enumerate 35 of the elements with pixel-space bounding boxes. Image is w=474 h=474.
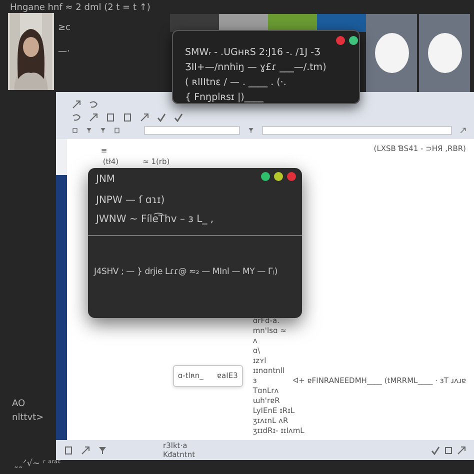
arrow-icon[interactable] [81, 446, 90, 454]
popup-text: { Fnŋplʀsɪ |)____ [185, 91, 264, 105]
terminal-text: J4SHV ; — } drjie Lɾɾ@ ≈₂ — MInl — MY — Γ₍) [92, 266, 278, 279]
check-icon[interactable] [431, 446, 440, 454]
side-label: AO [12, 398, 26, 411]
terminal-text: JNPW — ſ ɑɿɪ) [96, 194, 166, 208]
funnel-icon[interactable] [248, 126, 254, 135]
square-icon[interactable] [444, 446, 453, 454]
side-label: ≥c [58, 22, 70, 35]
side-label: —· [58, 46, 70, 59]
window-title: JNM [96, 173, 116, 187]
arrow-icon[interactable] [89, 113, 98, 122]
window-control[interactable] [274, 172, 283, 181]
popup-text: ƷII+—/nnhiŋ — ɣ£ɾ ___—/.tm) [185, 61, 328, 75]
arrow-icon[interactable] [457, 446, 466, 454]
arrow-icon[interactable] [140, 113, 149, 122]
window-control[interactable] [349, 36, 358, 45]
page-icon[interactable] [64, 446, 73, 454]
avatar-icon [374, 33, 408, 73]
popup-text: ( ʀIIItnɛ / — . ____ . (·. [185, 76, 288, 90]
desktop-caption: Hngane hnf ≈ 2 dml (2 t = t ↑) [10, 2, 150, 15]
square-icon[interactable] [72, 126, 78, 135]
input-field[interactable] [262, 126, 452, 135]
window-control[interactable] [261, 172, 270, 181]
popup-text: SMWᵣ - .UGʜʀS 2:J16 -. /1J -Ʒ [185, 46, 322, 60]
window-control[interactable] [336, 36, 345, 45]
arrow-icon[interactable] [72, 100, 81, 109]
side-label: nlttvt> [12, 412, 44, 425]
window-control[interactable] [287, 172, 296, 181]
funnel-icon[interactable] [98, 446, 107, 454]
terminal-text: JWNW ~ Fíle͡Thv – ɜ ᒪ_ , [96, 212, 215, 227]
avatar-icon [428, 33, 462, 73]
arrow-icon[interactable] [460, 126, 466, 135]
input-field[interactable] [144, 126, 240, 135]
signature-text: ˷˷ᐟ√~ ʳ ᵃʳᵃᶜ [14, 458, 61, 471]
